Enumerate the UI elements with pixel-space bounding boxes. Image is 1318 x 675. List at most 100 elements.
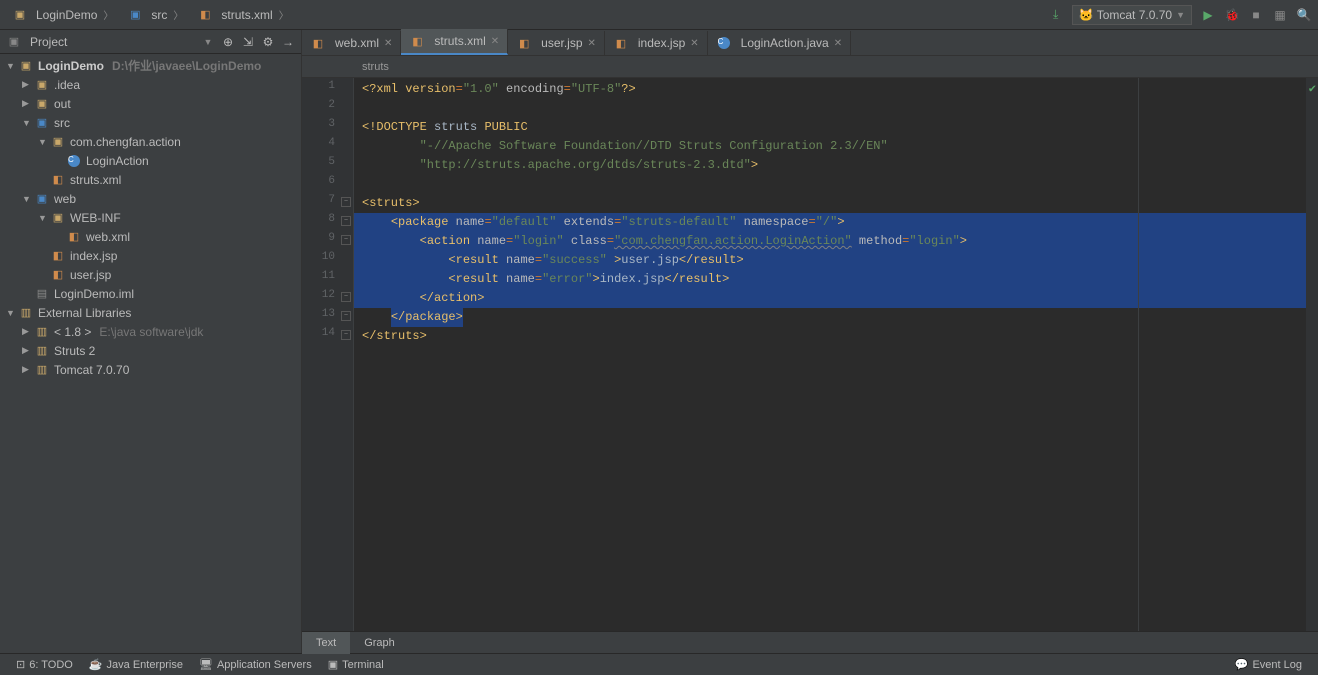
run-button-icon[interactable]: ▶ — [1200, 7, 1216, 23]
close-icon[interactable]: ✕ — [384, 38, 392, 49]
tree-arrow-icon[interactable]: ▼ — [22, 118, 34, 128]
folder-icon: ▣ — [50, 210, 66, 226]
xml-file-icon: ◧ — [310, 35, 326, 51]
tree-node[interactable]: ▤LoginDemo.iml — [0, 284, 301, 303]
project-tree: ▼▣LoginDemoD:\作业\javaee\LoginDemo▶▣.idea… — [0, 54, 301, 381]
statusbar-todo[interactable]: ⊡ 6: TODO — [8, 658, 81, 671]
tree-arrow-icon[interactable]: ▼ — [38, 213, 50, 223]
tree-label: index.jsp — [70, 249, 117, 263]
fold-marker-icon[interactable]: − — [341, 292, 351, 302]
terminal-icon: ▣ — [328, 658, 338, 671]
tree-label: Struts 2 — [54, 344, 95, 358]
hide-icon[interactable]: → — [281, 35, 295, 49]
xml-file-icon: ◧ — [50, 172, 66, 188]
breadcrumb-folder[interactable]: ▣ src 〉 — [121, 5, 189, 25]
statusbar-terminal[interactable]: ▣ Terminal — [320, 658, 392, 671]
tree-label: WEB-INF — [70, 211, 121, 225]
debug-button-icon[interactable]: 🐞 — [1224, 7, 1240, 23]
gear-icon[interactable]: ⚙ — [261, 35, 275, 49]
statusbar-java-enterprise[interactable]: ☕ Java Enterprise — [81, 658, 191, 671]
status-bar: ⊡ 6: TODO ☕ Java Enterprise 🖥 Applicatio… — [0, 653, 1318, 675]
tree-arrow-icon[interactable]: ▶ — [22, 364, 34, 375]
tree-label: External Libraries — [38, 306, 131, 320]
folder-icon: ▣ — [127, 7, 143, 23]
tree-node[interactable]: ▼▣com.chengfan.action — [0, 132, 301, 151]
close-icon[interactable]: ✕ — [834, 38, 842, 49]
tree-label: web — [54, 192, 76, 206]
inspection-ok-icon[interactable]: ✔ — [1309, 81, 1316, 96]
search-icon[interactable]: 🔍 — [1296, 7, 1312, 23]
tree-arrow-icon[interactable]: ▶ — [22, 98, 34, 109]
tree-label: struts.xml — [70, 173, 121, 187]
tree-node[interactable]: ◧ struts.xml — [0, 170, 301, 189]
breadcrumb-file[interactable]: ◧ struts.xml 〉 — [191, 5, 294, 25]
tab-label: web.xml — [335, 36, 379, 50]
tree-node[interactable]: ▶▥Tomcat 7.0.70 — [0, 360, 301, 379]
tree-arrow-icon[interactable]: ▼ — [38, 137, 50, 147]
layout-icon[interactable]: ▦ — [1272, 7, 1288, 23]
statusbar-application-servers[interactable]: 🖥 Application Servers — [191, 658, 320, 671]
tree-arrow-icon[interactable]: ▼ — [6, 308, 18, 318]
line-number: 6 — [302, 175, 353, 194]
tree-node[interactable]: ▶▥Struts 2 — [0, 341, 301, 360]
tree-arrow-icon[interactable]: ▶ — [22, 79, 34, 90]
todo-icon: ⊡ — [16, 658, 25, 671]
tree-node[interactable]: ▼▣ WEB-INF — [0, 208, 301, 227]
close-icon[interactable]: ✕ — [588, 38, 596, 49]
tree-label: < 1.8 >E:\java software\jdk — [54, 325, 203, 339]
tree-node[interactable]: ▼▥External Libraries — [0, 303, 301, 322]
line-number: 12− — [302, 289, 353, 308]
tree-node[interactable]: ◧ index.jsp — [0, 246, 301, 265]
fold-marker-icon[interactable]: − — [341, 330, 351, 340]
tree-node[interactable]: ▶▣.idea — [0, 75, 301, 94]
line-number: 11 — [302, 270, 353, 289]
tree-label: LoginAction — [86, 154, 149, 168]
line-number: 1 — [302, 80, 353, 99]
fold-marker-icon[interactable]: − — [341, 311, 351, 321]
editor[interactable]: 1 2 3 4 5 6 7− 8− 9− 10 11 12− 13− 14− <… — [302, 78, 1318, 631]
jsp-file-icon: ◧ — [50, 248, 66, 264]
tree-node[interactable]: ▼▣web — [0, 189, 301, 208]
folder-icon: ▣ — [34, 115, 50, 131]
editor-tab[interactable]: ◧ web.xml ✕ — [302, 31, 401, 55]
chevron-down-icon[interactable]: ▼ — [201, 35, 215, 49]
editor-breadcrumb[interactable]: struts — [302, 56, 1318, 78]
top-navigation-bar: ▣ LoginDemo 〉 ▣ src 〉 ◧ struts.xml 〉 ⤓ 🐱… — [0, 0, 1318, 30]
server-icon: 🖥 — [199, 658, 213, 671]
tree-node[interactable]: ◧web.xml — [0, 227, 301, 246]
tree-node[interactable]: ▶▥< 1.8 >E:\java software\jdk — [0, 322, 301, 341]
statusbar-event-log[interactable]: 💬 Event Log — [1227, 658, 1310, 671]
close-icon[interactable]: ✕ — [690, 38, 698, 49]
editor-view-tab[interactable]: Graph — [350, 632, 409, 654]
collapse-all-icon[interactable]: ⇲ — [241, 35, 255, 49]
close-icon[interactable]: ✕ — [491, 36, 499, 47]
iml-file-icon: ▤ — [34, 286, 50, 302]
scroll-to-source-icon[interactable]: ⊕ — [221, 35, 235, 49]
tree-node[interactable]: ▼▣LoginDemoD:\作业\javaee\LoginDemo — [0, 56, 301, 75]
project-tool-window: ▣ Project ▼ ⊕ ⇲ ⚙ → ▼▣LoginDemoD:\作业\jav… — [0, 30, 302, 653]
run-configuration-selector[interactable]: 🐱 Tomcat 7.0.70 ▼ — [1072, 5, 1192, 25]
tree-arrow-icon[interactable]: ▼ — [22, 194, 34, 204]
editor-view-tab[interactable]: Text — [302, 632, 350, 654]
tree-node[interactable]: ▶▣out — [0, 94, 301, 113]
fold-marker-icon[interactable]: − — [341, 197, 351, 207]
stop-button-icon[interactable]: ■ — [1248, 7, 1264, 23]
breadcrumb-module[interactable]: ▣ LoginDemo 〉 — [6, 5, 119, 25]
tree-arrow-icon[interactable]: ▶ — [22, 326, 34, 337]
tree-arrow-icon[interactable]: ▼ — [6, 61, 18, 71]
build-icon[interactable]: ⤓ — [1048, 7, 1064, 23]
tree-arrow-icon[interactable]: ▶ — [22, 345, 34, 356]
editor-tab[interactable]: CLoginAction.java✕ — [708, 31, 851, 55]
line-number-gutter: 1 2 3 4 5 6 7− 8− 9− 10 11 12− 13− 14− — [302, 78, 354, 631]
editor-tab[interactable]: ◧index.jsp✕ — [605, 31, 708, 55]
fold-marker-icon[interactable]: − — [341, 216, 351, 226]
editor-tab[interactable]: ◧user.jsp✕ — [508, 31, 605, 55]
tree-node[interactable]: ◧user.jsp — [0, 265, 301, 284]
code-content[interactable]: <?xml version="1.0" encoding="UTF-8"?> <… — [354, 78, 1306, 631]
breadcrumb: ▣ LoginDemo 〉 ▣ src 〉 ◧ struts.xml 〉 — [6, 5, 1048, 25]
editor-tab[interactable]: ◧struts.xml✕ — [401, 29, 508, 55]
tree-node[interactable]: CLoginAction — [0, 151, 301, 170]
tree-node[interactable]: ▼▣src — [0, 113, 301, 132]
tab-label: user.jsp — [541, 36, 582, 50]
fold-marker-icon[interactable]: − — [341, 235, 351, 245]
